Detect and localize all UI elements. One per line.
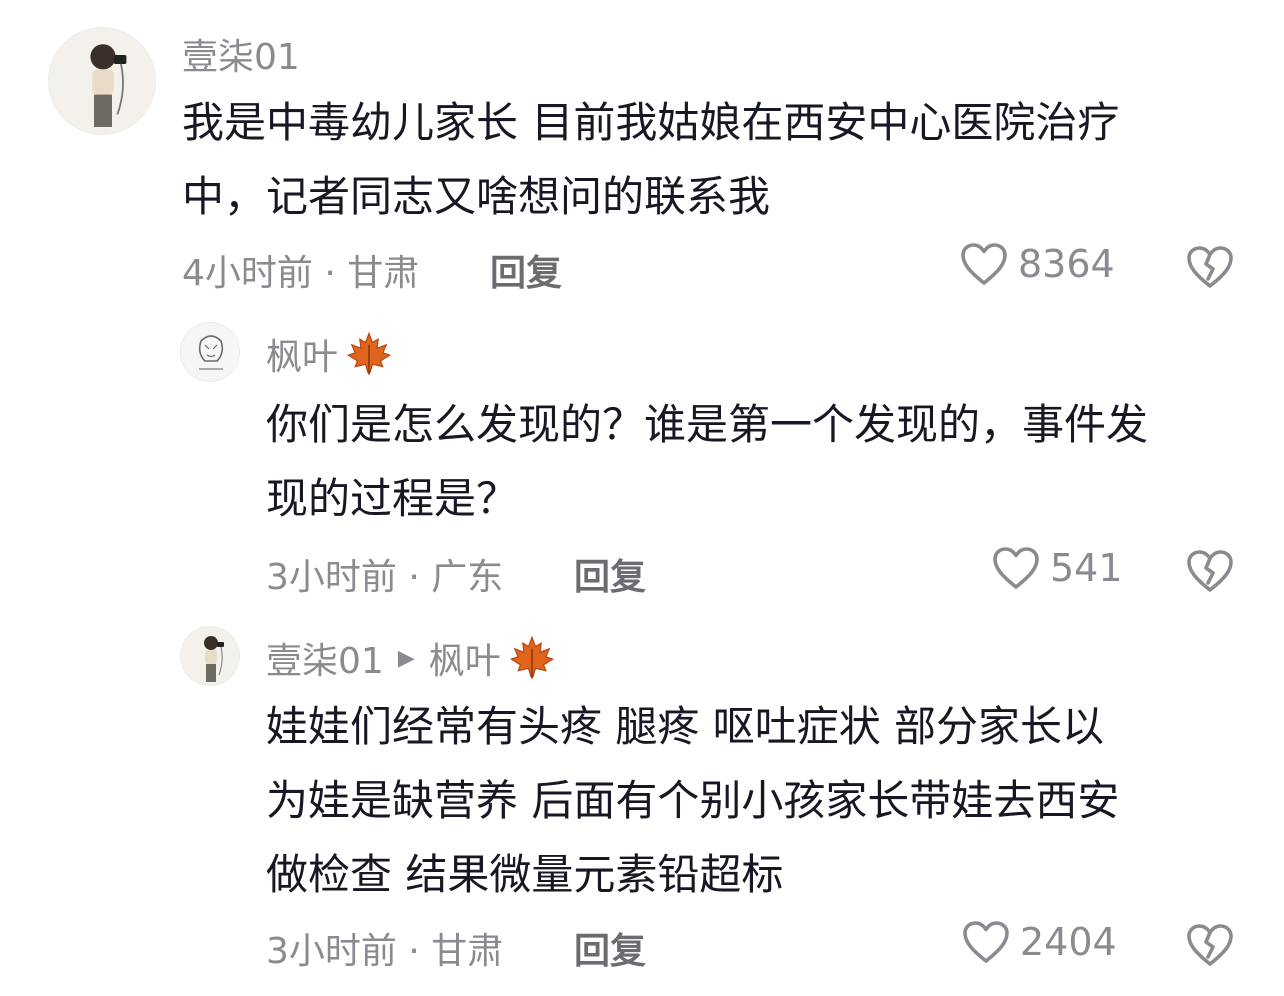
like-count: 8364 bbox=[1018, 242, 1115, 286]
username[interactable]: 壹柒01 ▶ 枫叶 bbox=[266, 632, 555, 684]
reply-button[interactable]: 回复 bbox=[574, 922, 646, 974]
comment-text: 你们是怎么发现的？谁是第一个发现的，事件发 现的过程是？ bbox=[266, 388, 1148, 536]
play-triangle-icon: ▶ bbox=[397, 645, 415, 671]
comment-text-line: 做检查 结果微量元素铅超标 bbox=[266, 850, 784, 899]
avatar[interactable] bbox=[180, 322, 240, 382]
maple-leaf-icon bbox=[346, 331, 392, 377]
user-avatar-image bbox=[181, 323, 240, 382]
user-avatar-image bbox=[49, 28, 156, 135]
like-count: 2404 bbox=[1020, 920, 1117, 964]
comment-meta: 4小时前 · 甘肃 bbox=[182, 253, 420, 294]
heart-outline-icon bbox=[960, 242, 1008, 286]
heart-outline-icon bbox=[962, 920, 1010, 964]
broken-heart-icon[interactable] bbox=[1186, 244, 1234, 290]
broken-heart-icon[interactable] bbox=[1186, 922, 1234, 968]
reply-button[interactable]: 回复 bbox=[490, 244, 562, 296]
comment-text: 我是中毒幼儿家长 目前我姑娘在西安中心医院治疗 中，记者同志又啥想问的联系我 bbox=[182, 86, 1119, 234]
username-label: 壹柒01 bbox=[182, 37, 300, 78]
like-button[interactable]: 8364 bbox=[960, 242, 1115, 286]
comment-text: 娃娃们经常有头疼 腿疼 呕吐症状 部分家长以 为娃是缺营养 后面有个别小孩家长带… bbox=[266, 690, 1119, 912]
comment-text-line: 中，记者同志又啥想问的联系我 bbox=[182, 172, 771, 221]
comment-meta: 3小时前 · 广东 bbox=[266, 557, 504, 598]
username[interactable]: 枫叶 bbox=[266, 328, 392, 380]
username-label: 壹柒01 bbox=[266, 641, 384, 682]
comment-meta: 3小时前 · 甘肃 bbox=[266, 931, 504, 972]
comment-text-line: 娃娃们经常有头疼 腿疼 呕吐症状 部分家长以 bbox=[266, 702, 1105, 751]
username-label: 枫叶 bbox=[266, 337, 339, 378]
heart-outline-icon bbox=[992, 546, 1040, 590]
like-button[interactable]: 2404 bbox=[962, 920, 1117, 964]
like-count: 541 bbox=[1050, 546, 1123, 590]
avatar[interactable] bbox=[48, 27, 156, 135]
comment-text-line: 为娃是缺营养 后面有个别小孩家长带娃去西安 bbox=[266, 776, 1120, 825]
username[interactable]: 壹柒01 bbox=[182, 28, 300, 80]
comment-text-line: 现的过程是？ bbox=[266, 474, 519, 523]
comment-text-line: 我是中毒幼儿家长 目前我姑娘在西安中心医院治疗 bbox=[182, 98, 1120, 147]
reply-button[interactable]: 回复 bbox=[574, 548, 646, 600]
user-avatar-image bbox=[181, 627, 240, 686]
avatar[interactable] bbox=[180, 626, 240, 686]
broken-heart-icon[interactable] bbox=[1186, 548, 1234, 594]
comment-text-line: 你们是怎么发现的？谁是第一个发现的，事件发 bbox=[266, 400, 1149, 449]
maple-leaf-icon bbox=[509, 635, 555, 681]
like-button[interactable]: 541 bbox=[992, 546, 1123, 590]
reply-to-username[interactable]: 枫叶 bbox=[429, 632, 501, 684]
